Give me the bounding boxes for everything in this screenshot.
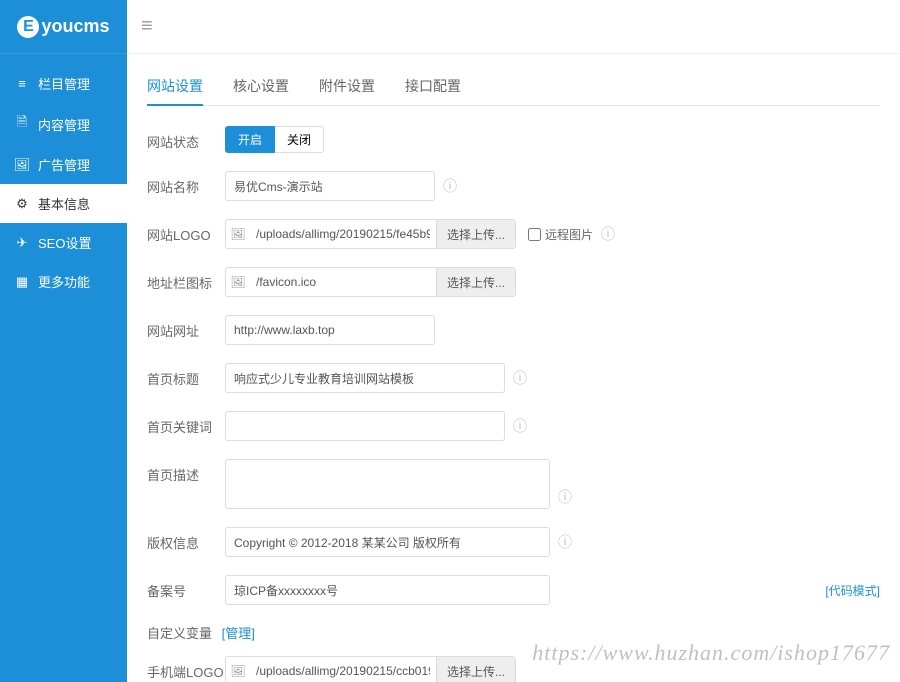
row-icp: 备案号 [代码模式] xyxy=(147,575,880,605)
remote-label: 远程图片 xyxy=(545,226,593,243)
label-url: 网站网址 xyxy=(147,315,225,340)
nav-content-manage[interactable]: 🗎 内容管理 xyxy=(0,103,127,145)
nav-label: 内容管理 xyxy=(38,115,90,134)
plane-icon: ✈ xyxy=(14,235,30,251)
label-title: 首页标题 xyxy=(147,363,225,388)
logo-input-wrap: 🖼 选择上传... xyxy=(225,219,516,249)
row-site-url: 网站网址 xyxy=(147,315,880,345)
remote-image-checkbox[interactable]: 远程图片 xyxy=(528,226,593,243)
label-keywords: 首页关键词 xyxy=(147,411,225,436)
favicon-input-wrap: 🖼 选择上传... xyxy=(225,267,516,297)
row-home-title: 首页标题 ⓘ xyxy=(147,363,880,393)
nav-ad-manage[interactable]: 🖼 广告管理 xyxy=(0,145,127,184)
keywords-input[interactable] xyxy=(225,411,505,441)
label-copyright: 版权信息 xyxy=(147,527,225,552)
upload-button[interactable]: 选择上传... xyxy=(436,657,515,682)
site-name-input[interactable] xyxy=(225,171,435,201)
nav-label: 更多功能 xyxy=(38,272,90,291)
help-icon[interactable]: ⓘ xyxy=(558,487,572,507)
content-area: 网站设置 核心设置 附件设置 接口配置 网站状态 开启 关闭 网站名称 xyxy=(127,54,900,682)
nav-column-manage[interactable]: ≡ 栏目管理 xyxy=(0,64,127,103)
image-icon: 🖼 xyxy=(226,227,250,241)
nav-seo-settings[interactable]: ✈ SEO设置 xyxy=(0,223,127,262)
upload-button[interactable]: 选择上传... xyxy=(436,220,515,248)
label-status: 网站状态 xyxy=(147,126,225,151)
logo-badge: E xyxy=(17,16,39,38)
gear-icon: ⚙ xyxy=(14,196,30,212)
nav-more-features[interactable]: ▦ 更多功能 xyxy=(0,262,127,301)
help-icon[interactable]: ⓘ xyxy=(443,176,457,196)
copyright-input[interactable] xyxy=(225,527,550,557)
list-icon: ≡ xyxy=(14,76,30,91)
row-site-logo: 网站LOGO 🖼 选择上传... 远程图片 ⓘ xyxy=(147,219,880,249)
sidebar: Eyoucms ≡ 栏目管理 🗎 内容管理 🖼 广告管理 ⚙ 基本信息 ✈ SEO设置 ▦… xyxy=(0,0,127,682)
help-icon[interactable]: ⓘ xyxy=(513,416,527,436)
custom-var-text: 自定义变量 xyxy=(147,626,212,641)
image-icon: 🖼 xyxy=(226,275,250,289)
row-home-keywords: 首页关键词 ⓘ xyxy=(147,411,880,441)
tab-core-settings[interactable]: 核心设置 xyxy=(233,68,289,105)
file-icon: 🗎 xyxy=(14,113,30,135)
row-site-name: 网站名称 ⓘ xyxy=(147,171,880,201)
home-title-input[interactable] xyxy=(225,363,505,393)
row-site-status: 网站状态 开启 关闭 xyxy=(147,126,880,153)
settings-tabs: 网站设置 核心设置 附件设置 接口配置 xyxy=(147,68,880,106)
label-icp: 备案号 xyxy=(147,575,225,600)
row-home-desc: 首页描述 ⓘ xyxy=(147,459,880,509)
custom-var-heading: 自定义变量 [管理] xyxy=(147,623,880,642)
menu-toggle-icon[interactable]: ≡ xyxy=(141,15,153,38)
row-copyright: 版权信息 ⓘ xyxy=(147,527,880,557)
topbar: ≡ xyxy=(127,0,900,54)
row-favicon: 地址栏图标 🖼 选择上传... xyxy=(147,267,880,297)
nav-label: 基本信息 xyxy=(38,194,90,213)
desc-textarea[interactable] xyxy=(225,459,550,509)
help-icon[interactable]: ⓘ xyxy=(513,368,527,388)
status-on-button[interactable]: 开启 xyxy=(225,126,275,153)
icp-input[interactable] xyxy=(225,575,550,605)
upload-button[interactable]: 选择上传... xyxy=(436,268,515,296)
help-icon[interactable]: ⓘ xyxy=(601,224,615,244)
nav-menu: ≡ 栏目管理 🗎 内容管理 🖼 广告管理 ⚙ 基本信息 ✈ SEO设置 ▦ 更多功能 xyxy=(0,64,127,301)
favicon-path-input[interactable] xyxy=(250,268,436,296)
status-off-button[interactable]: 关闭 xyxy=(275,126,324,153)
site-url-input[interactable] xyxy=(225,315,435,345)
nav-label: SEO设置 xyxy=(38,233,91,252)
nav-label: 栏目管理 xyxy=(38,74,90,93)
help-icon[interactable]: ⓘ xyxy=(558,532,572,552)
remote-checkbox-input[interactable] xyxy=(528,228,541,241)
label-site-name: 网站名称 xyxy=(147,171,225,196)
manage-link[interactable]: [管理] xyxy=(222,626,255,641)
brand-logo: Eyoucms xyxy=(0,0,127,54)
image-icon: 🖼 xyxy=(226,664,250,678)
grid-icon: ▦ xyxy=(14,274,30,290)
status-toggle: 开启 关闭 xyxy=(225,126,324,153)
main-panel: ≡ 网站设置 核心设置 附件设置 接口配置 网站状态 开启 关闭 网站名称 xyxy=(127,0,900,682)
nav-label: 广告管理 xyxy=(38,155,90,174)
mobile-logo-input-wrap: 🖼 选择上传... xyxy=(225,656,516,682)
nav-basic-info[interactable]: ⚙ 基本信息 xyxy=(0,184,127,223)
mobile-logo-input[interactable] xyxy=(250,657,436,682)
row-mobile-logo: 手机端LOGO 🖼 选择上传... xyxy=(147,656,880,682)
label-favicon: 地址栏图标 xyxy=(147,267,225,292)
label-desc: 首页描述 xyxy=(147,459,225,484)
label-logo: 网站LOGO xyxy=(147,219,225,244)
code-mode-link[interactable]: [代码模式] xyxy=(825,582,880,599)
tab-api-config[interactable]: 接口配置 xyxy=(405,68,461,105)
label-mobile-logo: 手机端LOGO xyxy=(147,656,225,681)
tab-attach-settings[interactable]: 附件设置 xyxy=(319,68,375,105)
logo-text: youcms xyxy=(41,16,109,37)
logo-path-input[interactable] xyxy=(250,220,436,248)
tab-site-settings[interactable]: 网站设置 xyxy=(147,68,203,106)
image-icon: 🖼 xyxy=(14,157,30,173)
